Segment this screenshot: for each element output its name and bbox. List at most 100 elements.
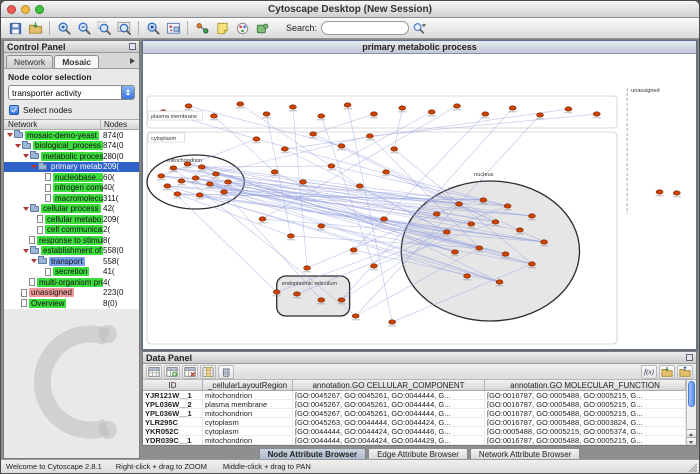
column-header-annotation-go-cellular-component[interactable]: annotation.GO CELLULAR_COMPONENT [293, 380, 485, 390]
network-node[interactable] [464, 274, 471, 278]
tree-item-transport[interactable]: transport558( [4, 256, 139, 267]
table-row[interactable]: YKR052Ccytoplasm[GO:0044444, GO:0044424,… [143, 427, 686, 436]
close-button[interactable] [7, 5, 16, 14]
tree-item-biological-process[interactable]: biological_process874(0 [4, 141, 139, 152]
import-attributes-icon[interactable] [659, 365, 675, 379]
table-row[interactable]: YDR039C__1mitochondrion[GO:0044444, GO:0… [143, 436, 686, 445]
network-node[interactable] [468, 222, 475, 226]
network-node[interactable] [192, 176, 199, 180]
table-row[interactable]: YJR121W__1mitochondrion[GO:0045267, GO:0… [143, 391, 686, 400]
column-header-annotation-go-molecular-function[interactable]: annotation.GO MOLECULAR_FUNCTION [485, 380, 686, 390]
network-node[interactable] [389, 320, 396, 324]
network-canvas[interactable]: plasma membrane cytoplasm mitochondrion … [143, 54, 696, 349]
network-node[interactable] [516, 228, 523, 232]
scroll-down-icon[interactable] [687, 437, 696, 445]
birdseye-icon[interactable] [163, 19, 183, 37]
network-node[interactable] [287, 234, 294, 238]
network-node[interactable] [294, 292, 301, 296]
network-node[interactable] [565, 107, 572, 111]
network-node[interactable] [304, 266, 311, 270]
cygroups-icon[interactable] [192, 19, 212, 37]
network-canvas-svg[interactable]: plasma membrane cytoplasm mitochondrion … [143, 54, 696, 349]
tree-item-response-to-stimul[interactable]: response to stimul...8( [4, 235, 139, 246]
network-node[interactable] [381, 217, 388, 221]
network-node[interactable] [452, 250, 459, 254]
expander-icon[interactable] [7, 133, 13, 137]
column-header-id[interactable]: ID [143, 380, 203, 390]
scroll-up-icon[interactable] [687, 429, 696, 437]
network-node[interactable] [593, 112, 600, 116]
network-node[interactable] [428, 110, 435, 114]
node-color-dropdown[interactable]: transporter activity [8, 85, 135, 100]
network-node[interactable] [281, 147, 288, 151]
network-node[interactable] [366, 134, 373, 138]
network-node[interactable] [221, 190, 228, 194]
tab-network[interactable]: Network [6, 55, 53, 68]
network-node[interactable] [198, 165, 205, 169]
formula-builder-icon[interactable]: f(x) [641, 365, 657, 379]
search-options-icon[interactable] [409, 19, 429, 37]
panel-float-icon[interactable] [129, 43, 136, 50]
network-node[interactable] [370, 112, 377, 116]
network-node[interactable] [541, 240, 548, 244]
column-header-network[interactable]: Network [4, 120, 101, 129]
column-header-nodes[interactable]: Nodes [101, 120, 139, 129]
zoom-actual-icon[interactable] [143, 19, 163, 37]
network-node[interactable] [318, 298, 325, 302]
network-node[interactable] [289, 105, 296, 109]
tree-item-unassigned[interactable]: unassigned223(0 [4, 288, 139, 299]
network-node[interactable] [480, 198, 487, 202]
vizmapper-icon[interactable] [232, 19, 252, 37]
network-node[interactable] [300, 180, 307, 184]
network-node[interactable] [383, 170, 390, 174]
network-node[interactable] [158, 174, 165, 178]
select-nodes-checkbox[interactable] [9, 105, 19, 115]
network-node[interactable] [399, 106, 406, 110]
resize-grip[interactable] [686, 461, 697, 472]
network-node[interactable] [350, 248, 357, 252]
network-node[interactable] [656, 190, 663, 194]
table-row[interactable]: YLR295Ccytoplasm[GO:0045263, GO:0044444,… [143, 418, 686, 427]
import-icon[interactable] [25, 19, 45, 37]
network-node[interactable] [504, 204, 511, 208]
network-node[interactable] [356, 184, 363, 188]
network-node[interactable] [318, 114, 325, 118]
network-node[interactable] [225, 180, 232, 184]
tree-item-nitrogen-compo[interactable]: nitrogen compo...40( [4, 183, 139, 194]
network-node[interactable] [528, 262, 535, 266]
tab-mosaic[interactable]: Mosaic [54, 55, 99, 68]
network-node[interactable] [174, 192, 181, 196]
search-input[interactable] [321, 21, 409, 35]
network-node[interactable] [259, 217, 266, 221]
zoom-out-icon[interactable] [74, 19, 94, 37]
network-node[interactable] [370, 264, 377, 268]
column-header-cellularlayoutregion[interactable]: _cellularLayoutRegion [203, 380, 293, 390]
tree-item-primary-metab[interactable]: primary metab...209( [4, 162, 139, 173]
save-icon[interactable] [5, 19, 25, 37]
plugins-icon[interactable] [252, 19, 272, 37]
network-node[interactable] [492, 220, 499, 224]
network-node[interactable] [206, 182, 213, 186]
network-node[interactable] [443, 230, 450, 234]
network-node[interactable] [212, 172, 219, 176]
network-node[interactable] [185, 104, 192, 108]
table-row[interactable]: YPL036W__1mitochondrion[GO:0045267, GO:0… [143, 409, 686, 418]
scrollbar-thumb[interactable] [688, 381, 695, 407]
tab-overflow-arrow-icon[interactable] [130, 58, 135, 64]
zoom-in-icon[interactable] [54, 19, 74, 37]
tree-item-nucleobase[interactable]: nucleobase...60( [4, 172, 139, 183]
tree-item-macromolecule[interactable]: macromolecule...311( [4, 193, 139, 204]
trash-icon[interactable] [218, 365, 234, 379]
tree-item-secretion[interactable]: secretion41( [4, 267, 139, 278]
network-node[interactable] [454, 104, 461, 108]
network-node[interactable] [352, 314, 359, 318]
network-node[interactable] [196, 193, 203, 197]
table-scrollbar[interactable] [686, 380, 696, 445]
annotation-icon[interactable] [212, 19, 232, 37]
data-panel-float-icon[interactable] [686, 354, 693, 361]
network-node[interactable] [164, 184, 171, 188]
minimize-button[interactable] [21, 5, 30, 14]
window-titlebar[interactable]: Cytoscape Desktop (New Session) [1, 1, 699, 18]
network-node[interactable] [237, 102, 244, 106]
network-node[interactable] [310, 132, 317, 136]
